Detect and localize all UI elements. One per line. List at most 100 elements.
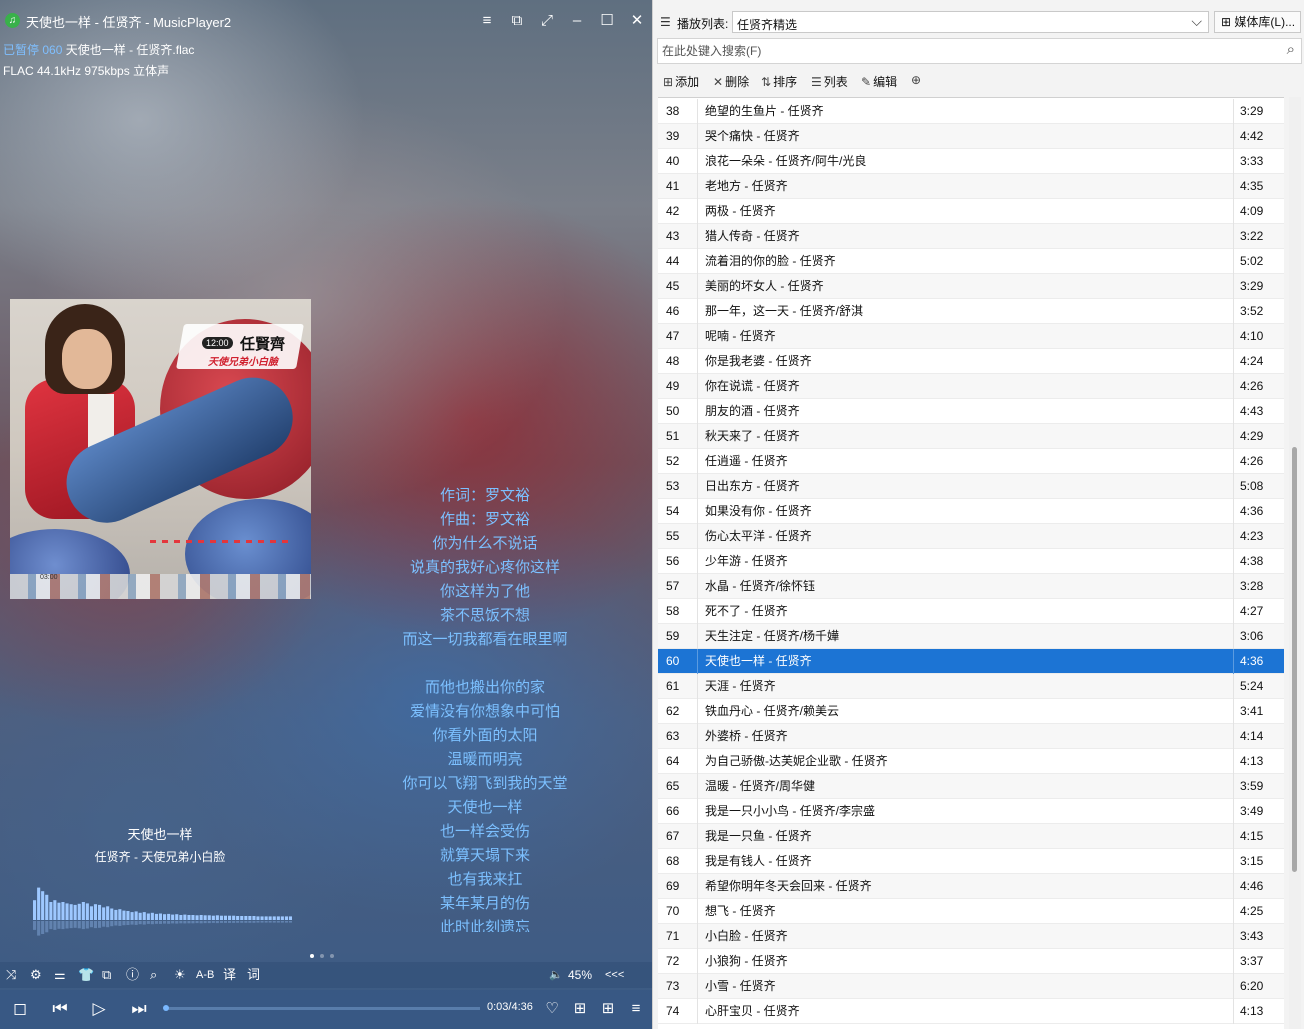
ab-repeat-button[interactable]: A-B	[196, 966, 214, 984]
playlist-row[interactable]: 61 天涯 - 任贤齐 5:24	[658, 674, 1284, 699]
playlist-row[interactable]: 53 日出东方 - 任贤齐 5:08	[658, 474, 1284, 499]
collapse-playlist-button[interactable]: <<<	[605, 966, 624, 984]
list-button[interactable]: ☰ 列表	[811, 73, 848, 90]
playlist-row[interactable]: 70 想飞 - 任贤齐 4:25	[658, 899, 1284, 924]
spectrum-bar	[268, 916, 272, 920]
favorite-icon[interactable]: ♡	[541, 998, 563, 1020]
playlist-row[interactable]: 69 希望你明年冬天会回来 - 任贤齐 4:46	[658, 874, 1284, 899]
previous-button[interactable]: ⏮	[49, 998, 71, 1020]
skin-icon[interactable]: 👕	[78, 966, 94, 984]
playlist-row[interactable]: 44 流着泪的你的脸 - 任贤齐 5:02	[658, 249, 1284, 274]
playlist-row[interactable]: 51 秋天来了 - 任贤齐 4:29	[658, 424, 1284, 449]
playlist-row[interactable]: 52 任逍遥 - 任贤齐 4:26	[658, 449, 1284, 474]
playlist-row[interactable]: 57 水晶 - 任贤齐/徐怀钰 3:28	[658, 574, 1284, 599]
page-dot[interactable]	[330, 954, 334, 958]
volume-level[interactable]: 45%	[568, 966, 592, 984]
spectrum-bar-reflection	[57, 921, 61, 929]
playlist-row[interactable]: 43 猎人传奇 - 任贤齐 3:22	[658, 224, 1284, 249]
playlist-row[interactable]: 63 外婆桥 - 任贤齐 4:14	[658, 724, 1284, 749]
playlist-row[interactable]: 59 天生注定 - 任贤齐/杨千嬅 3:06	[658, 624, 1284, 649]
lyric-line: 天使也一样	[447, 799, 523, 816]
row-number: 44	[658, 249, 698, 274]
fullscreen-icon[interactable]: ⤢	[536, 10, 558, 32]
settings-icon[interactable]: ⚙	[30, 966, 42, 984]
playlist-row[interactable]: 62 铁血丹心 - 任贤齐/赖美云 3:41	[658, 699, 1284, 724]
playlist-row[interactable]: 54 如果没有你 - 任贤齐 4:36	[658, 499, 1284, 524]
next-button[interactable]: ⏭	[128, 998, 150, 1020]
playlist-row[interactable]: 38 绝望的生鱼片 - 任贤齐 3:29	[658, 99, 1284, 124]
playlist-row[interactable]: 46 那一年，这一天 - 任贤齐/舒淇 3:52	[658, 299, 1284, 324]
maximize-button[interactable]: ☐	[596, 10, 618, 32]
playlist-row[interactable]: 41 老地方 - 任贤齐 4:35	[658, 174, 1284, 199]
search-icon[interactable]: ⌕	[150, 966, 157, 984]
add-to-playlist-icon[interactable]: ⊞	[569, 998, 591, 1020]
playlist-row[interactable]: 58 死不了 - 任贤齐 4:27	[658, 599, 1284, 624]
progress-bar[interactable]	[165, 1007, 480, 1010]
spectrum-bar	[57, 902, 61, 920]
locate-button[interactable]: ⊕	[911, 73, 923, 87]
add-button[interactable]: ⊞ 添加	[663, 73, 699, 90]
close-button[interactable]: ✕	[626, 10, 648, 32]
spectrum-bar-reflection	[102, 921, 106, 927]
playlist-row[interactable]: 47 呢喃 - 任贤齐 4:10	[658, 324, 1284, 349]
playlist-row[interactable]: 60 天使也一样 - 任贤齐 4:36	[658, 649, 1284, 674]
menu-icon[interactable]: ≡	[476, 10, 498, 32]
playlist-menu-icon[interactable]: ≡	[625, 998, 647, 1020]
search-icon[interactable]: ⌕	[1287, 41, 1295, 58]
translate-button[interactable]: 译	[223, 966, 236, 984]
progress-handle[interactable]	[163, 1005, 169, 1011]
spectrum-bar-reflection	[215, 921, 219, 924]
playlist-row[interactable]: 56 少年游 - 任贤齐 4:38	[658, 549, 1284, 574]
equalizer-icon[interactable]: ⚌	[54, 966, 66, 984]
playlist-row[interactable]: 49 你在说谎 - 任贤齐 4:26	[658, 374, 1284, 399]
info-icon[interactable]: ⓘ	[126, 966, 139, 984]
media-library-button[interactable]: ⊞ 媒体库(L)...	[1214, 11, 1301, 33]
page-dot[interactable]	[320, 954, 324, 958]
spectrum-bar-reflection	[98, 921, 102, 928]
page-indicator[interactable]	[310, 947, 340, 961]
playlist-row[interactable]: 72 小狼狗 - 任贤齐 3:37	[658, 949, 1284, 974]
playlist-row[interactable]: 40 浪花一朵朵 - 任贤齐/阿牛/光良 3:33	[658, 149, 1284, 174]
search-input[interactable]	[662, 43, 1262, 59]
scrollbar-thumb[interactable]	[1292, 447, 1297, 872]
volume-icon[interactable]: 🔈	[549, 966, 563, 984]
lyrics-panel[interactable]: 作词：罗文裕 作曲：罗文裕 你为什么不说话 说真的我好心疼你这样 你这样为了他 茶不思饭不…	[330, 484, 640, 932]
shuffle-icon[interactable]: ⤨	[6, 966, 16, 984]
playlist-row[interactable]: 50 朋友的酒 - 任贤齐 4:43	[658, 399, 1284, 424]
play-button[interactable]: ▷	[88, 998, 110, 1020]
row-number: 73	[658, 974, 698, 999]
minimize-button[interactable]: –	[566, 10, 588, 32]
playlist-row[interactable]: 39 哭个痛快 - 任贤齐 4:42	[658, 124, 1284, 149]
lyrics-button[interactable]: 词	[247, 966, 260, 984]
spectrum-bar-reflection	[65, 921, 69, 929]
playlist-row[interactable]: 71 小白脸 - 任贤齐 3:43	[658, 924, 1284, 949]
playlist-row[interactable]: 74 心肝宝贝 - 任贤齐 4:13	[658, 999, 1284, 1024]
playlist-row[interactable]: 42 两极 - 任贤齐 4:09	[658, 199, 1284, 224]
grid-menu-icon[interactable]: ⊞	[597, 998, 619, 1020]
row-number: 39	[658, 124, 698, 149]
playlist-row[interactable]: 73 小雪 - 任贤齐 6:20	[658, 974, 1284, 999]
playlist-row[interactable]: 45 美丽的坏女人 - 任贤齐 3:29	[658, 274, 1284, 299]
dark-mode-icon[interactable]: ☀	[174, 966, 186, 984]
stop-button[interactable]: ◻	[9, 998, 31, 1020]
playlist-scrollbar[interactable]	[1289, 97, 1301, 1029]
playlist-row[interactable]: 48 你是我老婆 - 任贤齐 4:24	[658, 349, 1284, 374]
playlist-row[interactable]: 55 伤心太平洋 - 任贤齐 4:23	[658, 524, 1284, 549]
delete-button[interactable]: ✕ 删除	[713, 73, 749, 90]
row-number: 50	[658, 399, 698, 424]
mini-icon[interactable]: ⧉	[102, 966, 111, 984]
sort-button[interactable]: ⇅ 排序	[761, 73, 797, 90]
playlist-row[interactable]: 64 为自己骄傲-达芙妮企业歌 - 任贤齐 4:13	[658, 749, 1284, 774]
playlist-row[interactable]: 68 我是有钱人 - 任贤齐 3:15	[658, 849, 1284, 874]
chevron-down-icon[interactable]: ⌵	[1191, 13, 1202, 30]
playlist-table[interactable]: 38 绝望的生鱼片 - 任贤齐 3:29 39 哭个痛快 - 任贤齐 4:42 40 浪花一朵…	[658, 97, 1284, 1029]
page-dot[interactable]	[310, 954, 314, 958]
playlist-dropdown[interactable]: 任贤齐精选 ⌵	[732, 11, 1209, 33]
playlist-row[interactable]: 67 我是一只鱼 - 任贤齐 4:15	[658, 824, 1284, 849]
playlist-row[interactable]: 66 我是一只小小鸟 - 任贤齐/李宗盛 3:49	[658, 799, 1284, 824]
edit-button[interactable]: ✎ 编辑	[861, 73, 897, 90]
album-cover[interactable]: 12:00 任賢齊 天使兄弟小白臉 03:00	[10, 299, 311, 599]
search-box[interactable]: ⌕	[657, 38, 1302, 64]
playlist-row[interactable]: 65 温暖 - 任贤齐/周华健 3:59	[658, 774, 1284, 799]
mini-mode-icon[interactable]: ⧉	[506, 10, 528, 32]
